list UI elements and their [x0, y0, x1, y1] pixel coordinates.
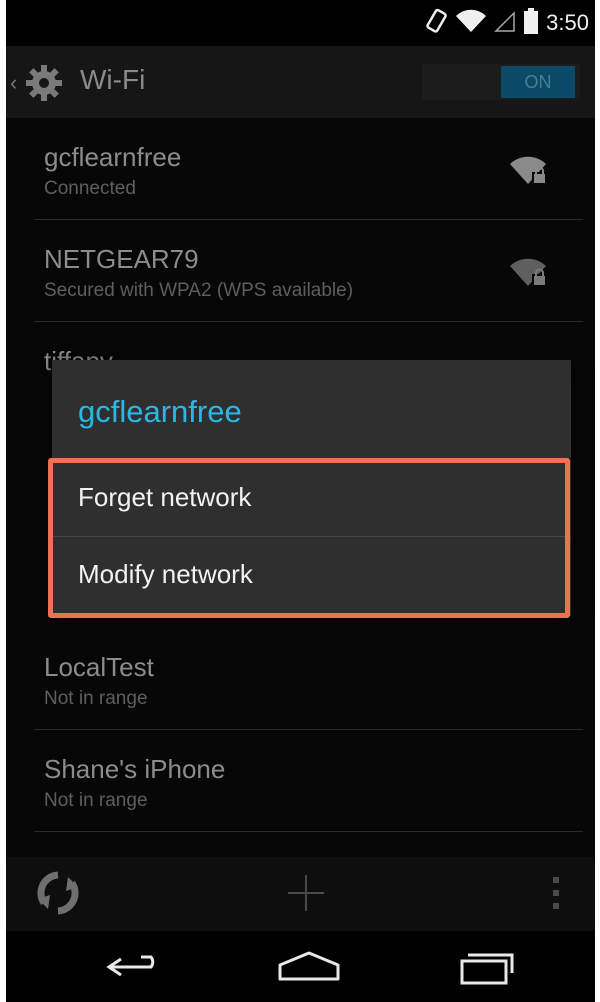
network-name: gcflearnfree: [44, 142, 182, 172]
wifi-signal-icon: [456, 9, 487, 38]
rotation-lock-icon: [426, 8, 448, 39]
network-row[interactable]: gcflearnfree Connected: [6, 118, 595, 220]
settings-gear-icon[interactable]: [24, 63, 64, 103]
network-name: LocalTest: [44, 652, 154, 682]
action-bar: ‹ Wi-Fi ON: [6, 46, 595, 118]
highlight-box: [48, 458, 570, 618]
up-caret-icon[interactable]: ‹: [10, 70, 17, 96]
battery-icon: [524, 7, 539, 39]
page-title: Wi-Fi: [80, 64, 146, 95]
network-status: Connected: [44, 178, 136, 199]
network-row[interactable]: NETGEAR79 Secured with WPA2 (WPS availab…: [6, 220, 595, 322]
network-row[interactable]: Shane's iPhone Not in range: [6, 730, 595, 832]
recent-apps-icon[interactable]: [450, 943, 520, 989]
row-divider: [34, 831, 583, 832]
wifi-locked-icon: [510, 254, 550, 288]
network-name: Shane's iPhone: [44, 754, 226, 784]
status-icons: 3:50: [426, 0, 595, 46]
home-icon[interactable]: [274, 943, 344, 989]
dialog-title: gcflearnfree: [78, 394, 242, 429]
wps-push-icon[interactable]: [36, 871, 80, 915]
back-icon[interactable]: [101, 943, 171, 989]
status-bar: 3:50: [6, 0, 595, 46]
network-status: Secured with WPA2 (WPS available): [44, 280, 354, 301]
cell-signal-icon: [494, 9, 516, 38]
bottom-action-bar: [6, 857, 595, 931]
wifi-locked-icon: [510, 152, 550, 186]
overflow-menu-icon[interactable]: [551, 875, 561, 911]
network-row[interactable]: LocalTest Not in range: [6, 628, 595, 730]
network-status: Not in range: [44, 688, 148, 709]
add-network-icon[interactable]: [286, 873, 326, 913]
navigation-bar: [6, 931, 595, 1002]
wifi-toggle-on[interactable]: ON: [501, 66, 575, 98]
network-name: NETGEAR79: [44, 244, 199, 274]
network-status: Not in range: [44, 790, 148, 811]
clock: 3:50: [546, 10, 589, 35]
phone-screen: 3:50 ‹ Wi-Fi ON gcflearnfree Connected N…: [6, 0, 595, 1002]
